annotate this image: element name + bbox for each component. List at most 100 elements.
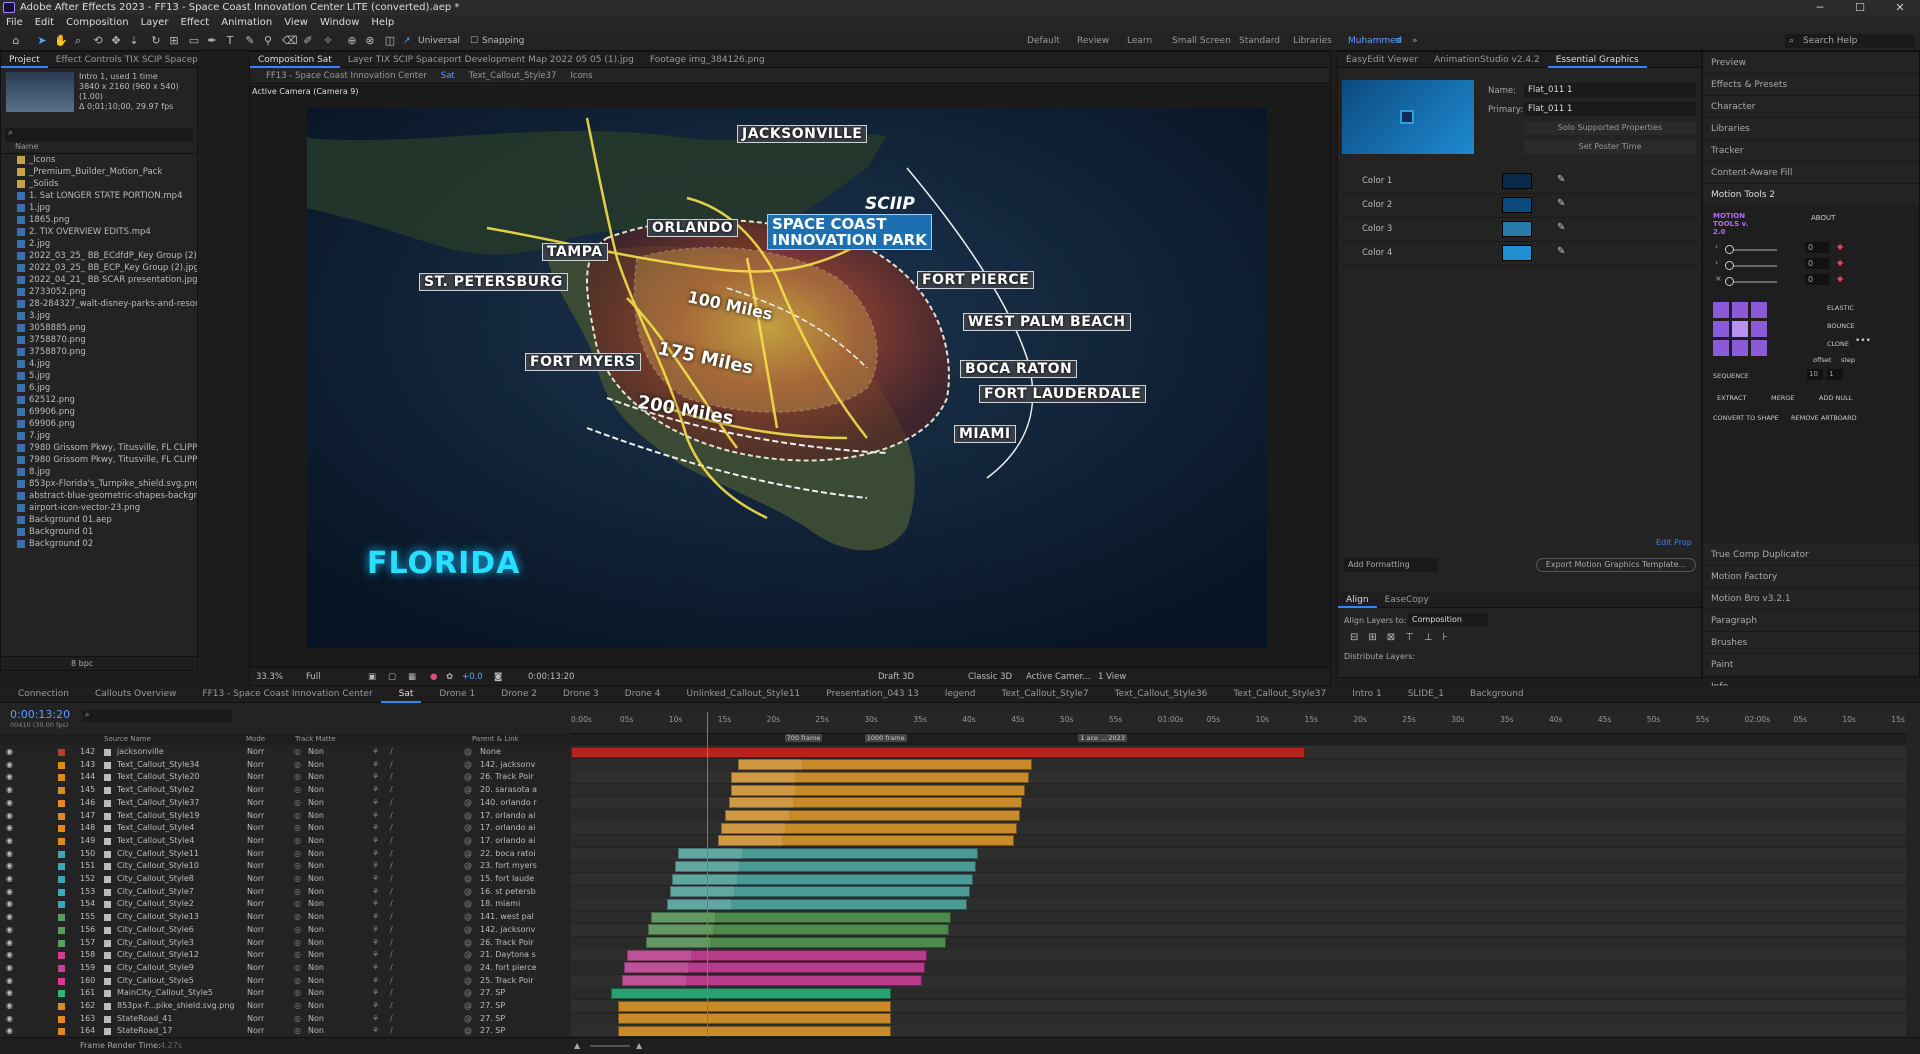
shy-switch-icon[interactable]: ⚘ [372, 937, 379, 950]
layer-row[interactable]: ◉ 147 Text_Callout_Style19 Norr ◎ Non ⚘ / @17. o… [0, 810, 570, 823]
sequence-button[interactable]: SEQUENCE [1713, 372, 1749, 380]
label-color[interactable] [58, 812, 65, 820]
shy-switch-icon[interactable]: ⚘ [372, 898, 379, 911]
side-true-comp-duplicator[interactable]: True Comp Duplicator [1703, 544, 1919, 566]
anchor-cell[interactable] [1732, 340, 1748, 356]
shy-switch-icon[interactable]: ⚘ [372, 848, 379, 861]
project-item[interactable]: 2022_03_25_ BB_ECP_Key Group (2).jpg [1, 262, 197, 274]
parent-link[interactable]: 21. Daytona s [480, 949, 550, 962]
parent-link[interactable]: 18. miami [480, 898, 550, 911]
project-item[interactable]: 6.jpg [1, 382, 197, 394]
layer-name[interactable]: MainCity_Callout_Style5 [117, 987, 242, 1000]
snapping-checkbox[interactable]: ☐ [470, 36, 478, 46]
label-color[interactable] [58, 990, 65, 998]
convert-to-shape-button[interactable]: CONVERT TO SHAPE [1713, 414, 1779, 422]
timeline-tab[interactable]: Presentation_043 13 [808, 686, 927, 702]
color-swatch[interactable] [1502, 221, 1532, 237]
matte-icon[interactable]: ◎ [294, 810, 301, 823]
workspace-libraries[interactable]: Libraries [1293, 36, 1332, 46]
parent-link[interactable]: 141. west pal [480, 911, 550, 924]
layer-row[interactable]: ◉ 164 StateRoad_17 Norr ◎ Non ⚘ / @27. SP [0, 1025, 570, 1036]
project-item[interactable]: _Icons [1, 154, 197, 166]
comp-marker[interactable]: 700 frame [784, 734, 823, 742]
eye-icon[interactable]: ◉ [6, 987, 13, 1000]
shy-switch-icon[interactable]: ⚘ [372, 911, 379, 924]
comp-marker[interactable]: 1 ace ... 2023 [1078, 734, 1127, 742]
shy-switch-icon[interactable]: ⚘ [372, 949, 379, 962]
timeline-tab[interactable]: FF13 - Space Coast Innovation Center [184, 686, 380, 702]
breadcrumb-item[interactable]: Sat [441, 68, 455, 83]
side-content-aware-fill[interactable]: Content-Aware Fill [1703, 162, 1919, 184]
layer-mode[interactable]: Norr [247, 1000, 264, 1013]
pickwhip-icon[interactable]: @ [464, 924, 472, 937]
project-item[interactable]: 3058885.png [1, 322, 197, 334]
quality-switch-icon[interactable]: / [390, 937, 393, 950]
tab-project[interactable]: Project [1, 52, 48, 68]
layer-row[interactable]: ◉ 145 Text_Callout_Style2 Norr ◎ Non ⚘ / @20. sa… [0, 784, 570, 797]
matte-icon[interactable]: ◎ [294, 1000, 301, 1013]
project-item[interactable]: 8.jpg [1, 466, 197, 478]
layer-name[interactable]: City_Callout_Style2 [117, 898, 242, 911]
eyedropper-icon[interactable]: ✎ [1557, 222, 1565, 233]
timeline-zoom-slider[interactable] [590, 1045, 630, 1047]
layer-duration-bar[interactable] [617, 1000, 892, 1012]
matte-icon[interactable]: ◎ [294, 962, 301, 975]
tab-effect-controls[interactable]: Effect Controls TIX SCIP Spacep [48, 52, 206, 67]
eye-icon[interactable]: ◉ [6, 886, 13, 899]
quality-switch-icon[interactable]: / [390, 1000, 393, 1013]
matte-icon[interactable]: ◎ [294, 937, 301, 950]
layer-name[interactable]: City_Callout_Style6 [117, 924, 242, 937]
project-item[interactable]: 7.jpg [1, 430, 197, 442]
project-item[interactable]: 2022_04_21_ BB SCAR presentation.jpg [1, 274, 197, 286]
layer-row[interactable]: ◉ 152 City_Callout_Style8 Norr ◎ Non ⚘ / @15. fo… [0, 873, 570, 886]
layer-duration-bar[interactable] [571, 746, 1306, 758]
quality-switch-icon[interactable]: / [390, 1013, 393, 1026]
workspace-learn[interactable]: Learn [1127, 36, 1152, 46]
label-color[interactable] [58, 850, 65, 858]
project-item[interactable]: 2733052.png [1, 286, 197, 298]
workspace-default[interactable]: Default [1027, 36, 1060, 46]
remove-artboard-button[interactable]: REMOVE ARTBOARD [1791, 414, 1857, 422]
slider-value[interactable]: 0 [1805, 258, 1829, 269]
side-motion-factory[interactable]: Motion Factory [1703, 566, 1919, 588]
matte-icon[interactable]: ◎ [294, 860, 301, 873]
label-color[interactable] [58, 977, 65, 985]
layer-row[interactable]: ◉ 161 MainCity_Callout_Style5 Norr ◎ Non ⚘ / @27… [0, 987, 570, 1000]
viewer-timecode[interactable]: 0:00:13:20 [528, 668, 574, 686]
anchor-cell[interactable] [1713, 340, 1729, 356]
pan-tool-icon[interactable]: ✥ [110, 35, 122, 47]
project-item[interactable]: Background 01.aep [1, 514, 197, 526]
slider-handle[interactable] [1725, 245, 1734, 254]
layer-name[interactable]: jacksonville [117, 746, 242, 759]
layer-mode[interactable]: Norr [247, 924, 264, 937]
side-effects-presets[interactable]: Effects & Presets [1703, 74, 1919, 96]
layer-name[interactable]: City_Callout_Style11 [117, 848, 242, 861]
roto-brush-tool-icon[interactable]: ✐ [302, 35, 314, 47]
quality-switch-icon[interactable]: / [390, 898, 393, 911]
timeline-tab[interactable]: Drone 3 [545, 686, 607, 702]
matte-icon[interactable]: ◎ [294, 822, 301, 835]
pickwhip-icon[interactable]: @ [464, 987, 472, 1000]
eye-icon[interactable]: ◉ [6, 1000, 13, 1013]
timeline-tab[interactable]: Intro 1 [1334, 686, 1389, 702]
track-matte[interactable]: Non [308, 784, 324, 797]
label-color[interactable] [58, 926, 65, 934]
pickwhip-icon[interactable]: @ [464, 911, 472, 924]
track-matte[interactable]: Non [308, 746, 324, 759]
matte-icon[interactable]: ◎ [294, 949, 301, 962]
header-source-name[interactable]: Source Name [104, 734, 151, 745]
pickwhip-icon[interactable]: @ [464, 898, 472, 911]
project-thumbnail[interactable] [6, 72, 74, 112]
eye-icon[interactable]: ◉ [6, 949, 13, 962]
zoom-out-icon[interactable]: ▲ [574, 1038, 580, 1054]
orbit-tool-icon[interactable]: ⟲ [92, 35, 104, 47]
shy-switch-icon[interactable]: ⚘ [372, 975, 379, 988]
eye-icon[interactable]: ◉ [6, 937, 13, 950]
eraser-tool-icon[interactable]: ⌫ [282, 35, 298, 47]
layer-mode[interactable]: Norr [247, 873, 264, 886]
toggle-grid-icon[interactable]: ▣ [368, 668, 376, 686]
layer-name[interactable]: City_Callout_Style8 [117, 873, 242, 886]
layer-name[interactable]: City_Callout_Style10 [117, 860, 242, 873]
layer-mode[interactable]: Norr [247, 784, 264, 797]
matte-icon[interactable]: ◎ [294, 911, 301, 924]
